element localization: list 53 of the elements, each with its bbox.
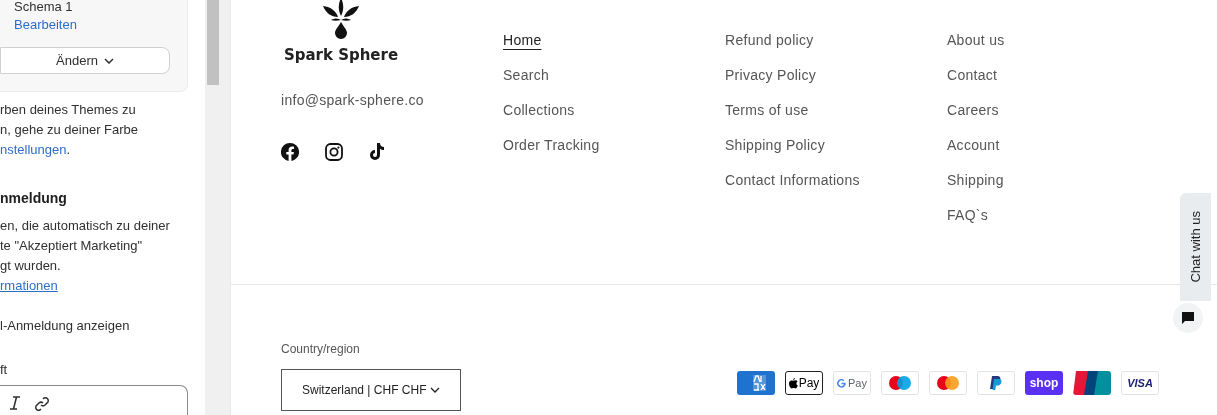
field-label: ft (0, 361, 8, 379)
leaf-drop-icon (321, 0, 361, 40)
change-button[interactable]: Ändern (0, 47, 170, 74)
footer-link[interactable]: Shipping (947, 170, 1004, 190)
chevron-down-icon (103, 57, 114, 64)
footer-link[interactable]: About us (947, 30, 1005, 50)
italic-icon[interactable] (8, 396, 22, 410)
footer-link[interactable]: Refund policy (725, 30, 814, 50)
chat-button[interactable] (1173, 303, 1203, 333)
footer-link[interactable]: Terms of use (725, 100, 809, 120)
footer-link[interactable]: Contact Informations (725, 170, 860, 190)
footer-link[interactable]: Careers (947, 100, 999, 120)
paypal-icon (977, 371, 1015, 395)
card-title: Schema 1 (14, 0, 74, 14)
footer-link[interactable]: Order Tracking (503, 135, 600, 155)
footer-link[interactable]: Shipping Policy (725, 135, 825, 155)
brand-logo[interactable]: Spark Sphere (281, 45, 401, 65)
footer-link[interactable]: Collections (503, 100, 575, 120)
help-text: rben deines Themes zu n, gehe zu deiner Farbe nstellungen. (0, 101, 139, 159)
amex-card-icon (737, 371, 775, 395)
maestro-card-icon (881, 371, 919, 395)
mastercard-icon (929, 371, 967, 395)
apple-icon (788, 377, 798, 389)
email-text: info@spark-sphere.co (281, 91, 425, 110)
shop-pay-text: shop (1029, 377, 1059, 389)
instagram-icon[interactable] (325, 143, 343, 161)
footer-link[interactable]: FAQ`s (947, 205, 989, 225)
scrollbar-thumb[interactable] (207, 0, 219, 85)
footer-link[interactable]: Search (503, 65, 550, 85)
option-label: l-Anmeldung anzeigen (0, 317, 130, 335)
google-g-icon (837, 378, 846, 388)
visa-text: VISA (1127, 377, 1153, 389)
help-text: en, die automatisch zu deiner te "Akzeptiert Marketing" gt wurden. rmationen (0, 217, 170, 295)
help-link[interactable]: rmationen (0, 278, 58, 293)
footer-link[interactable]: Privacy Policy (725, 65, 817, 85)
footer-link[interactable]: Account (947, 135, 1000, 155)
unionpay-card-icon (1073, 371, 1111, 395)
chat-bubble-icon (1182, 312, 1194, 324)
footer-link[interactable]: Contact (947, 65, 998, 85)
facebook-icon[interactable] (281, 143, 299, 161)
tiktok-icon[interactable] (369, 143, 385, 161)
link-icon[interactable] (34, 396, 50, 412)
chevron-down-icon (430, 387, 440, 393)
text-editor-field[interactable] (0, 385, 188, 415)
country-label: Country/region (281, 341, 361, 357)
country-select[interactable]: Switzerland | CHF CHF (281, 369, 461, 411)
section-heading: nmeldung (0, 189, 67, 208)
help-link[interactable]: nstellungen (0, 142, 67, 157)
chat-tab[interactable]: Chat with us (1180, 193, 1211, 301)
edit-link[interactable]: Bearbeiten (14, 17, 173, 33)
footer-link[interactable]: Home (503, 30, 542, 50)
apple-pay-text: Pay (798, 377, 820, 389)
google-pay-text: Pay (848, 377, 867, 389)
